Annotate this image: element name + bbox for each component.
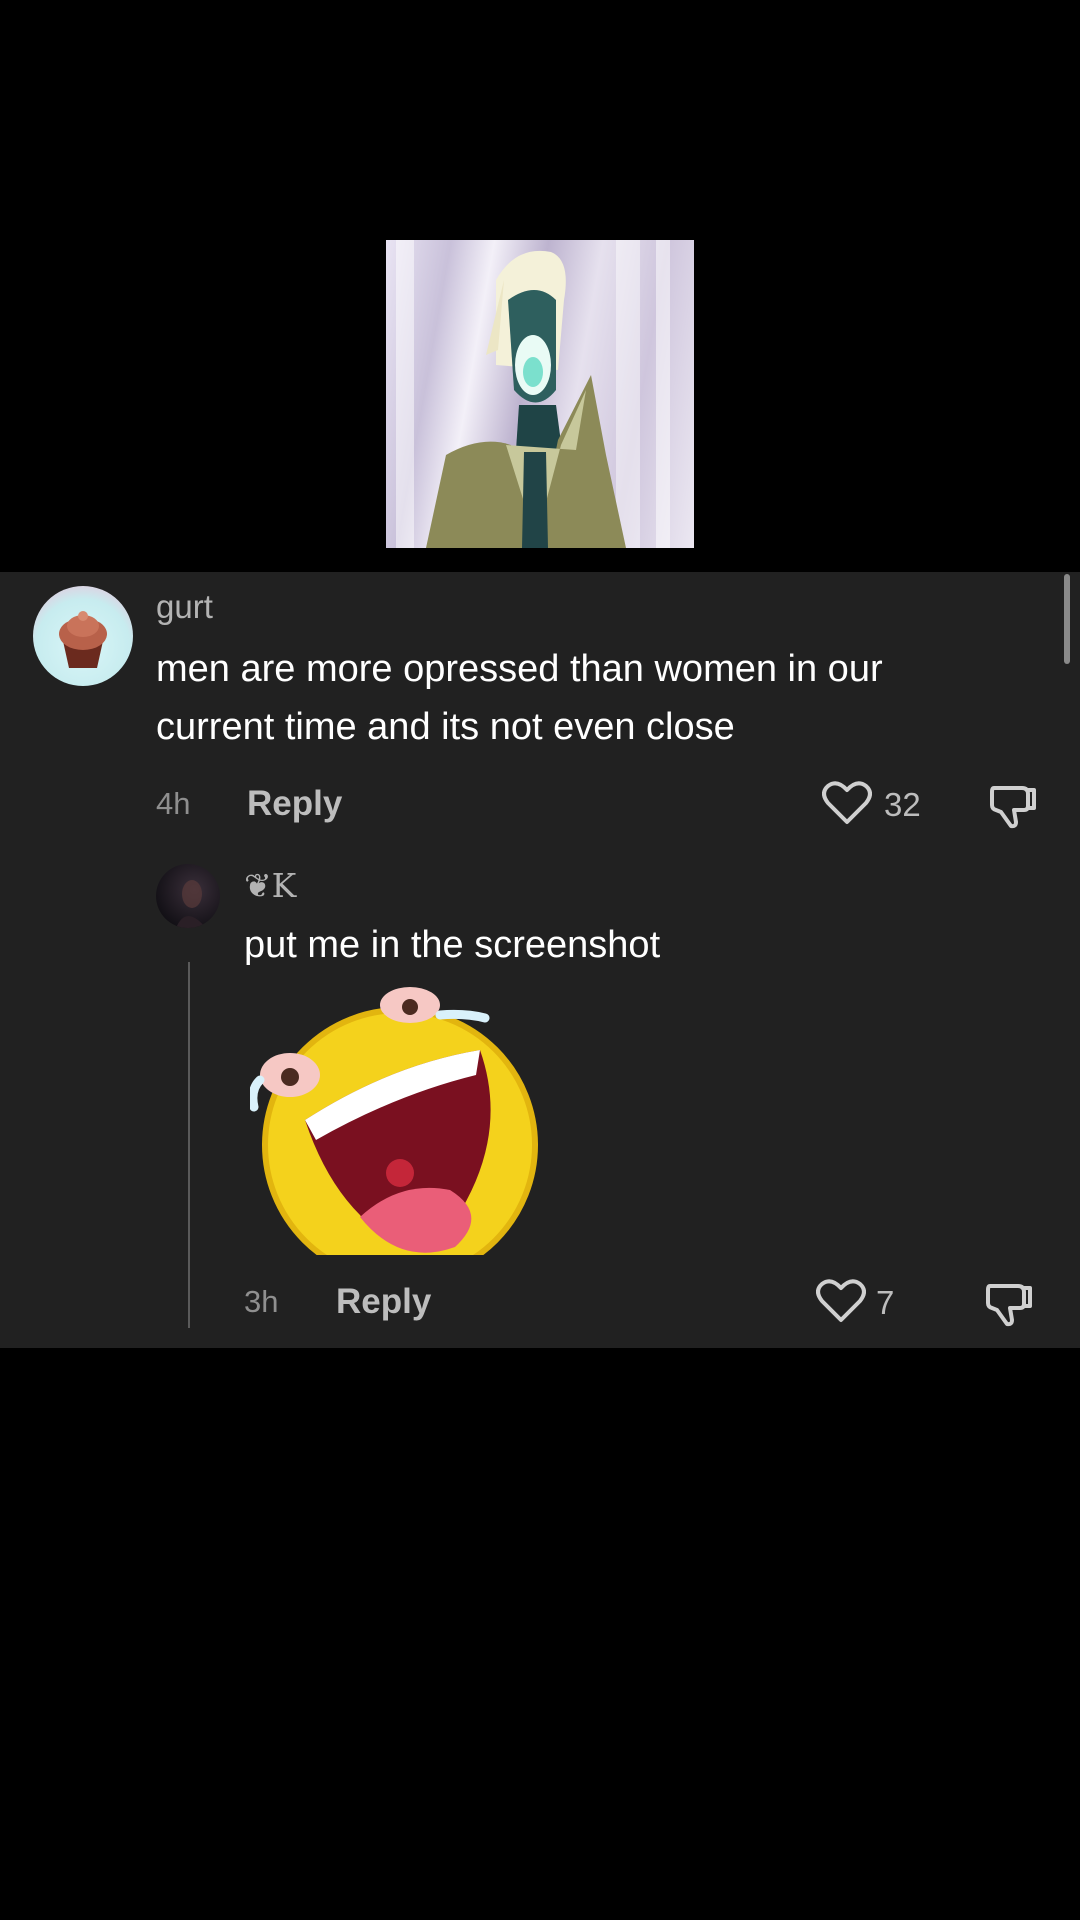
cupcake-icon [59, 611, 107, 668]
reply-button[interactable]: Reply [247, 784, 342, 824]
comment-timestamp: 3h [244, 1284, 279, 1319]
scrollbar-thumb[interactable] [1064, 574, 1070, 664]
comment-text-line: current time and its not even close [156, 706, 735, 748]
dislike-icon[interactable] [988, 780, 1038, 835]
laughing-emoji-sticker [250, 985, 550, 1262]
comment-username[interactable]: gurt [156, 588, 213, 626]
anime-character-illustration [396, 240, 670, 548]
like-count: 7 [876, 1284, 895, 1321]
reply-thread-line [188, 962, 190, 1328]
reply-button[interactable]: Reply [336, 1282, 431, 1322]
heart-icon[interactable] [816, 1278, 866, 1329]
comment-username[interactable]: ❦K [244, 866, 296, 905]
comment-text-line: men are more opressed than women in our [156, 648, 883, 690]
comment-timestamp: 4h [156, 786, 191, 821]
dislike-icon[interactable] [984, 1278, 1034, 1333]
profile-photo-icon [176, 880, 206, 928]
avatar-k[interactable] [156, 864, 220, 928]
like-count: 32 [884, 786, 921, 823]
heart-icon[interactable] [822, 780, 872, 831]
avatar-gurt[interactable] [33, 586, 133, 686]
comment-text: put me in the screenshot [244, 924, 661, 966]
anime-meme-image [386, 240, 694, 548]
